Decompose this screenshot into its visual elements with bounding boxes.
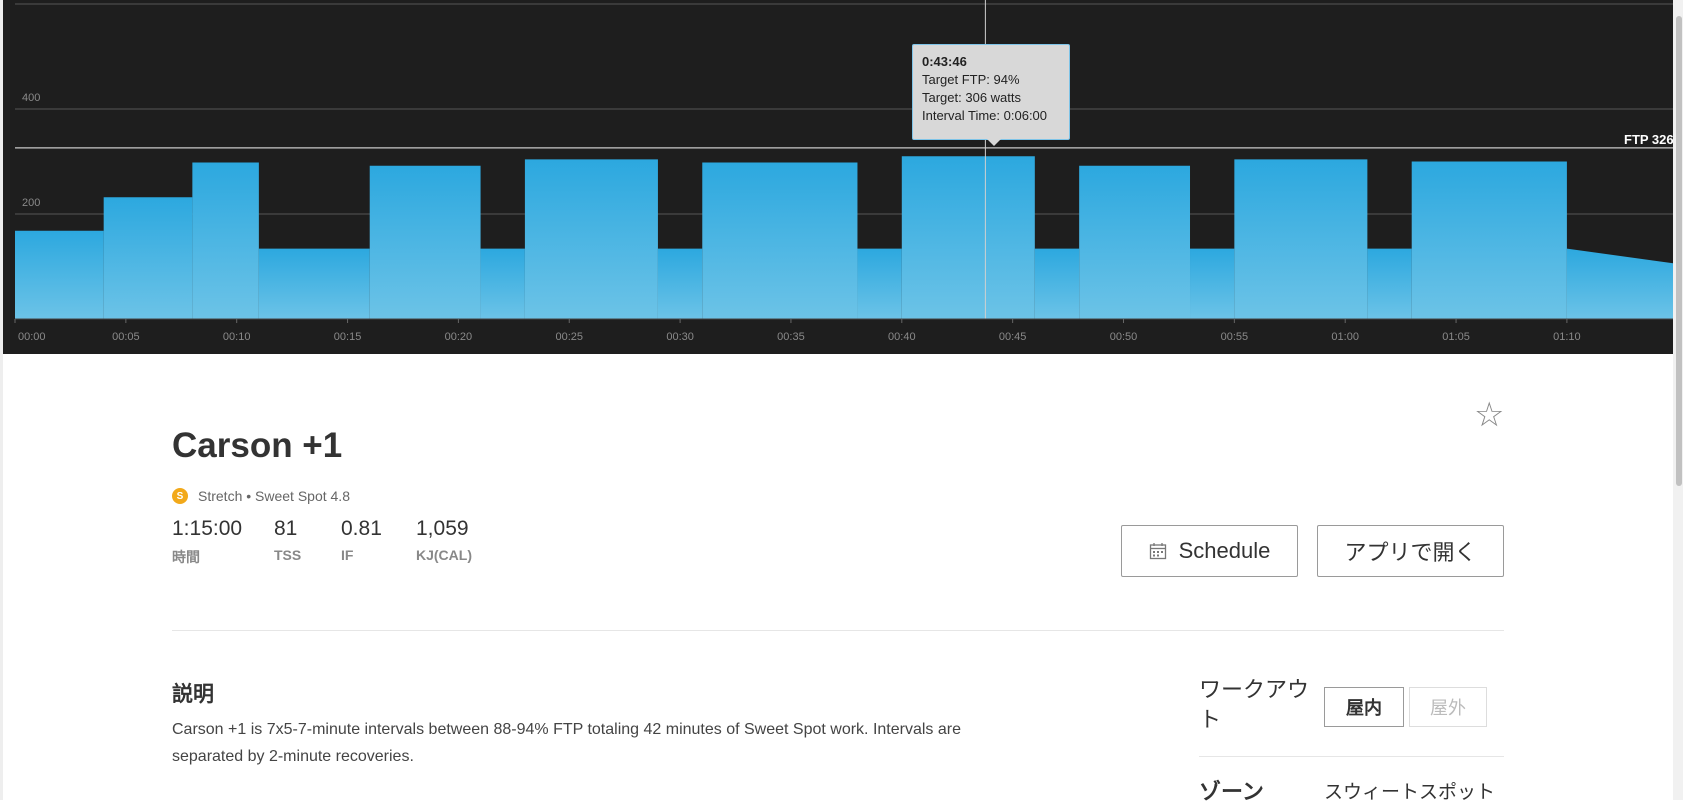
stat-duration: 1:15:00 時間: [172, 517, 242, 567]
schedule-button-label: Schedule: [1178, 538, 1271, 563]
workout-title: Carson +1: [172, 426, 343, 465]
x-tick-label: 00:25: [555, 331, 583, 343]
x-tick-label: 01:10: [1553, 331, 1581, 343]
interval-segment: [258, 248, 370, 319]
sweet-spot-badge-icon: S: [172, 488, 188, 504]
y-tick-label: 400: [22, 92, 40, 104]
x-tick-label: 00:50: [1110, 331, 1138, 343]
interval-segment: [1034, 248, 1080, 319]
chart-svg: 200 400 FTP 326 00:00 00:05 00:10 00:15 00:20…: [14, 0, 1673, 343]
calendar-icon: [1149, 543, 1166, 560]
stat-label: TSS: [274, 547, 302, 563]
interval-segment: [369, 165, 481, 319]
ftp-label: FTP 326: [1624, 132, 1673, 147]
stat-label: KJ(CAL): [416, 547, 472, 563]
x-tick-label: 00:20: [445, 331, 473, 343]
chart-tooltip: 0:43:46 Target FTP: 94% Target: 306 watt…: [912, 44, 1070, 146]
y-tick-label: 200: [22, 197, 40, 209]
x-tick-label: 00:15: [334, 331, 362, 343]
interval-segment: [857, 248, 902, 319]
x-tick-label: 00:10: [223, 331, 251, 343]
stat-tss: 81 TSS: [274, 517, 301, 563]
stat-if: 0.81 IF: [341, 517, 382, 563]
stat-value: 81: [274, 517, 298, 540]
interval-segment: [702, 162, 858, 319]
interval-segment: [192, 162, 259, 319]
x-tick-label: 00:30: [666, 331, 694, 343]
interval-segment: [1411, 161, 1567, 319]
outdoor-toggle-button[interactable]: 屋外: [1409, 687, 1487, 727]
stat-label: IF: [341, 547, 354, 563]
x-tick-label: 01:00: [1331, 331, 1359, 343]
interval-segment: [103, 197, 193, 319]
open-in-app-label: アプリで開く: [1344, 540, 1477, 565]
interval-segment: [15, 230, 104, 319]
open-in-app-button[interactable]: アプリで開く: [1317, 525, 1504, 577]
indoor-toggle-button[interactable]: 屋内: [1324, 687, 1404, 727]
interval-segment: [524, 159, 658, 319]
tooltip-time: 0:43:46: [922, 54, 967, 69]
interval-segment: [901, 156, 1035, 319]
tooltip-interval-time: Interval Time: 0:06:00: [922, 108, 1048, 123]
x-tick-label: 00:00: [18, 331, 46, 343]
workout-subtitle: S Stretch • Sweet Spot 4.8: [172, 488, 350, 504]
zone-label: ゾーン: [1199, 779, 1264, 804]
interval-segment: [1234, 159, 1368, 319]
interval-segment: [1079, 165, 1191, 319]
stat-label: 時間: [172, 549, 200, 565]
interval-segment: [1566, 248, 1673, 319]
interval-segment: [480, 248, 525, 319]
interval-segment: [1367, 248, 1412, 319]
description-text: Carson +1 is 7x5-7-minute intervals betw…: [172, 721, 961, 765]
stat-value: 0.81: [341, 517, 382, 540]
x-tick-label: 00:45: [999, 331, 1027, 343]
star-outline-icon[interactable]: ☆: [1474, 398, 1504, 432]
interval-segment: [657, 248, 703, 319]
workout-power-chart[interactable]: 200 400 FTP 326 00:00 00:05 00:10 00:15 00:20…: [3, 0, 1673, 354]
section-divider: [172, 630, 1504, 631]
interval-segment: [1190, 248, 1235, 319]
x-tick-label: 00:55: [1221, 331, 1249, 343]
stat-kj: 1,059 KJ(CAL): [416, 517, 472, 563]
workout-type-label: ワークアウト: [1199, 677, 1310, 732]
stat-value: 1:15:00: [172, 517, 243, 540]
x-tick-label: 01:05: [1442, 331, 1470, 343]
workout-level-text: Stretch • Sweet Spot 4.8: [198, 488, 350, 504]
scrollbar-thumb[interactable]: [1676, 16, 1682, 486]
stat-value: 1,059: [416, 517, 469, 540]
x-tick-label: 00:35: [777, 331, 805, 343]
x-tick-label: 00:05: [112, 331, 140, 343]
description-heading: 説明: [172, 683, 214, 706]
details-divider: [1199, 756, 1504, 757]
tooltip-target-ftp: Target FTP: 94%: [922, 72, 1020, 87]
x-tick-label: 00:40: [888, 331, 916, 343]
tooltip-target-watts: Target: 306 watts: [922, 90, 1021, 105]
schedule-button[interactable]: Schedule: [1121, 525, 1298, 577]
